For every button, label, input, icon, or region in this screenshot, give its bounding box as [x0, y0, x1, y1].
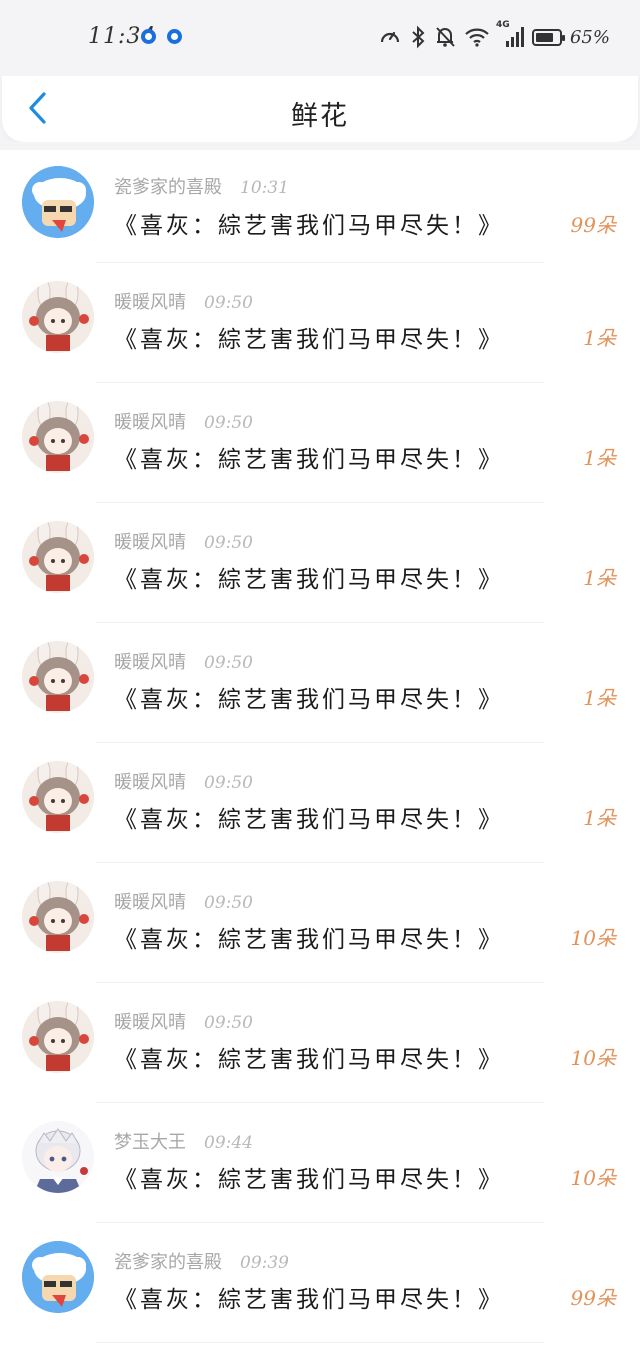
- avatar[interactable]: [22, 401, 94, 473]
- cellular-signal-icon: 4G: [496, 20, 524, 48]
- item-meta: 暖暖风晴 09:50: [114, 768, 253, 794]
- item-meta: 暖暖风晴 09:50: [114, 888, 253, 914]
- avatar[interactable]: [22, 1241, 94, 1313]
- list-item[interactable]: 瓷爹家的喜殿 10:31 《喜灰：綜艺害我们马甲尽失！》 99朵: [0, 150, 640, 263]
- sent-time: 09:44: [204, 1133, 253, 1153]
- flower-count: 99朵: [570, 213, 616, 237]
- avatar[interactable]: [22, 641, 94, 713]
- sender-name: 梦玉大王: [114, 1132, 186, 1153]
- list-item[interactable]: 暖暖风晴 09:50 《喜灰：綜艺害我们马甲尽失！》 1朵: [0, 263, 640, 383]
- avatar[interactable]: [22, 281, 94, 353]
- sender-name: 暖暖风晴: [114, 532, 186, 553]
- bluetooth-icon: [410, 25, 426, 49]
- sent-time: 09:50: [204, 893, 253, 913]
- list-item[interactable]: 暖暖风晴 09:50 《喜灰：綜艺害我们马甲尽失！》 1朵: [0, 383, 640, 503]
- status-bar: 11:34 4G 65%: [0, 0, 640, 76]
- sent-time: 09:50: [204, 293, 253, 313]
- flower-count: 1朵: [583, 686, 616, 710]
- sender-name: 暖暖风晴: [114, 772, 186, 793]
- sent-time: 09:50: [204, 413, 253, 433]
- flower-count: 10朵: [570, 926, 616, 950]
- battery-percent: 65%: [569, 26, 610, 48]
- item-meta: 暖暖风晴 09:50: [114, 648, 253, 674]
- sender-name: 暖暖风晴: [114, 412, 186, 433]
- avatar[interactable]: [22, 881, 94, 953]
- flower-count: 1朵: [583, 326, 616, 350]
- header-card: 鲜花: [2, 76, 638, 142]
- sent-time: 09:50: [204, 533, 253, 553]
- book-title: 《喜灰：綜艺害我们马甲尽失！》: [114, 327, 504, 353]
- item-meta: 暖暖风晴 09:50: [114, 288, 253, 314]
- avatar[interactable]: [22, 1001, 94, 1073]
- book-title: 《喜灰：綜艺害我们马甲尽失！》: [114, 1287, 504, 1313]
- sent-time: 09:50: [204, 653, 253, 673]
- item-meta: 暖暖风晴 09:50: [114, 528, 253, 554]
- speedometer-icon: [378, 25, 402, 49]
- avatar[interactable]: [22, 1121, 94, 1193]
- book-title: 《喜灰：綜艺害我们马甲尽失！》: [114, 447, 504, 473]
- list-item[interactable]: 暖暖风晴 09:50 《喜灰：綜艺害我们马甲尽失！》 1朵: [0, 743, 640, 863]
- book-title: 《喜灰：綜艺害我们马甲尽失！》: [114, 687, 504, 713]
- flower-count: 1朵: [583, 566, 616, 590]
- sender-name: 瓷爹家的喜殿: [114, 1252, 222, 1273]
- flower-count: 99朵: [570, 1286, 616, 1310]
- item-meta: 暖暖风晴 09:50: [114, 408, 253, 434]
- sender-name: 暖暖风晴: [114, 292, 186, 313]
- avatar[interactable]: [22, 761, 94, 833]
- sent-time: 09:50: [204, 1013, 253, 1033]
- book-title: 《喜灰：綜艺害我们马甲尽失！》: [114, 213, 504, 239]
- network-type-label: 4G: [495, 20, 510, 30]
- sender-name: 暖暖风晴: [114, 1012, 186, 1033]
- page-title: 鲜花: [291, 101, 349, 132]
- flower-count: 10朵: [570, 1166, 616, 1190]
- list-item[interactable]: 瓷爹家的喜殿 09:39 《喜灰：綜艺害我们马甲尽失！》 99朵: [0, 1223, 640, 1343]
- battery-icon: [531, 28, 565, 46]
- sender-name: 瓷爹家的喜殿: [114, 177, 222, 198]
- header-divider: [0, 142, 640, 150]
- sent-time: 09:50: [204, 773, 253, 793]
- list-item[interactable]: 暖暖风晴 09:50 《喜灰：綜艺害我们马甲尽失！》 1朵: [0, 503, 640, 623]
- book-title: 《喜灰：綜艺害我们马甲尽失！》: [114, 807, 504, 833]
- notification-app-icon: [141, 29, 156, 44]
- book-title: 《喜灰：綜艺害我们马甲尽失！》: [114, 1047, 504, 1073]
- avatar[interactable]: [22, 166, 94, 238]
- item-meta: 暖暖风晴 09:50: [114, 1008, 253, 1034]
- sender-name: 暖暖风晴: [114, 892, 186, 913]
- book-title: 《喜灰：綜艺害我们马甲尽失！》: [114, 927, 504, 953]
- item-meta: 梦玉大王 09:44: [114, 1128, 253, 1154]
- header: 鲜花: [0, 76, 640, 142]
- bell-muted-icon: [434, 25, 456, 49]
- book-title: 《喜灰：綜艺害我们马甲尽失！》: [114, 1167, 504, 1193]
- list-item[interactable]: 暖暖风晴 09:50 《喜灰：綜艺害我们马甲尽失！》 1朵: [0, 623, 640, 743]
- flower-gift-list: 瓷爹家的喜殿 10:31 《喜灰：綜艺害我们马甲尽失！》 99朵 暖暖风晴 09…: [0, 150, 640, 1343]
- sent-time: 09:39: [240, 1253, 289, 1273]
- list-item[interactable]: 梦玉大王 09:44 《喜灰：綜艺害我们马甲尽失！》 10朵: [0, 1103, 640, 1223]
- sent-time: 10:31: [240, 178, 289, 198]
- wifi-icon: [464, 26, 490, 48]
- flower-count: 1朵: [583, 446, 616, 470]
- book-title: 《喜灰：綜艺害我们马甲尽失！》: [114, 567, 504, 593]
- list-item[interactable]: 暖暖风晴 09:50 《喜灰：綜艺害我们马甲尽失！》 10朵: [0, 863, 640, 983]
- flower-count: 1朵: [583, 806, 616, 830]
- list-item[interactable]: 暖暖风晴 09:50 《喜灰：綜艺害我们马甲尽失！》 10朵: [0, 983, 640, 1103]
- avatar[interactable]: [22, 521, 94, 593]
- row-divider: [96, 1342, 544, 1343]
- system-icons: 4G 65%: [378, 20, 610, 52]
- sender-name: 暖暖风晴: [114, 652, 186, 673]
- notification-app-icon: [167, 29, 182, 44]
- flower-count: 10朵: [570, 1046, 616, 1070]
- item-meta: 瓷爹家的喜殿 09:39: [114, 1248, 289, 1274]
- item-meta: 瓷爹家的喜殿 10:31: [114, 173, 289, 199]
